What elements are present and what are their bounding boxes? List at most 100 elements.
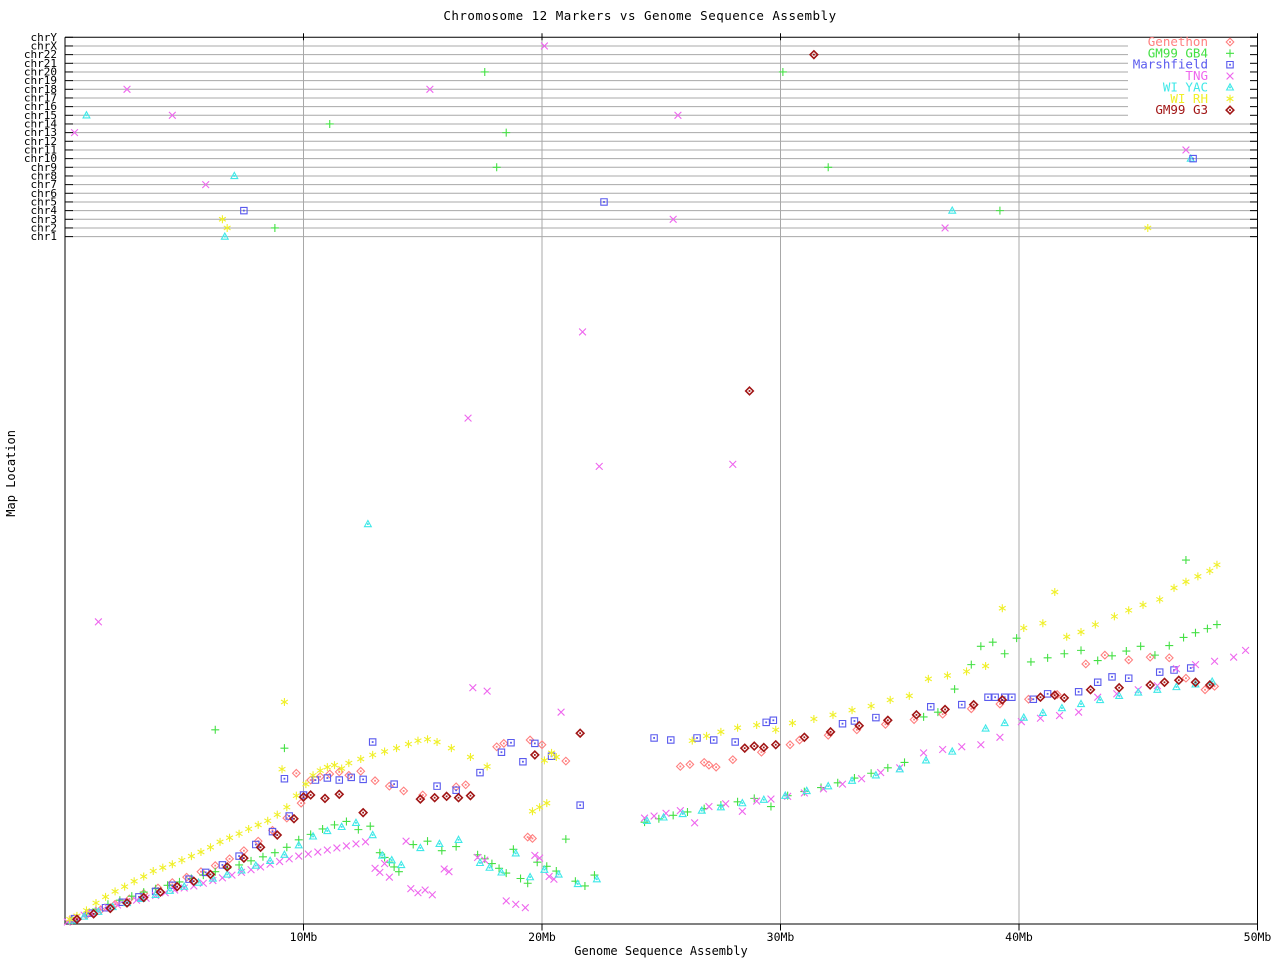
- x-axis-tick-label: 50Mb: [1244, 930, 1272, 944]
- data-point-marker: [873, 714, 879, 720]
- data-point-marker: [434, 783, 440, 789]
- data-point-marker: [1092, 621, 1099, 629]
- data-point-marker: [741, 744, 749, 752]
- data-point-marker: [488, 860, 496, 868]
- data-point-marker: [508, 740, 514, 746]
- data-point-marker: [159, 864, 166, 872]
- data-point-marker: [422, 887, 429, 894]
- data-point-marker: [660, 814, 667, 820]
- data-point-marker: [400, 787, 408, 795]
- data-point-marker: [789, 719, 796, 727]
- data-point-marker: [717, 728, 724, 736]
- data-point-marker: [102, 893, 109, 901]
- data-point-marker: [669, 811, 677, 819]
- data-point-marker: [939, 746, 946, 753]
- data-point-marker: [443, 793, 451, 801]
- data-point-marker: [381, 748, 388, 756]
- data-point-marker: [503, 898, 510, 905]
- data-point-marker: [786, 741, 794, 749]
- data-point-marker: [1165, 642, 1173, 650]
- data-point-marker: [403, 838, 410, 845]
- data-point-marker: [839, 781, 846, 788]
- data-point-marker: [1051, 588, 1058, 596]
- data-point-marker: [668, 737, 674, 743]
- data-point-marker: [1227, 62, 1233, 68]
- data-point-marker: [295, 842, 302, 848]
- data-point-marker: [424, 837, 432, 845]
- data-point-marker: [1125, 606, 1132, 614]
- data-point-marker: [999, 604, 1006, 612]
- data-point-marker: [364, 520, 371, 526]
- data-point-marker: [366, 822, 374, 830]
- data-point-marker: [1056, 712, 1063, 719]
- data-point-marker: [1203, 625, 1211, 633]
- data-point-marker: [703, 732, 710, 740]
- data-point-marker: [958, 743, 965, 750]
- data-point-marker: [131, 877, 138, 885]
- data-point-marker: [830, 711, 837, 719]
- data-point-marker: [395, 868, 403, 876]
- data-point-marker: [851, 718, 857, 724]
- series-genethon: [68, 651, 1218, 923]
- data-point-marker: [1101, 651, 1109, 659]
- data-point-marker: [393, 744, 400, 752]
- data-point-marker: [307, 791, 315, 799]
- data-point-marker: [763, 719, 769, 725]
- data-point-marker: [1126, 675, 1132, 681]
- data-point-marker: [729, 461, 736, 468]
- data-point-marker: [801, 733, 809, 741]
- data-point-marker: [415, 737, 422, 745]
- data-point-marker: [767, 803, 775, 811]
- data-point-marker: [1156, 595, 1163, 603]
- data-point-marker: [407, 885, 414, 892]
- data-point-marker: [992, 694, 998, 700]
- x-axis-tick-label: 10Mb: [290, 930, 318, 944]
- data-point-marker: [858, 775, 865, 782]
- data-point-marker: [452, 843, 460, 851]
- data-point-marker: [772, 726, 779, 734]
- data-point-marker: [1030, 696, 1036, 702]
- data-point-marker: [524, 879, 532, 887]
- data-point-marker: [398, 861, 405, 867]
- data-point-marker: [985, 694, 991, 700]
- data-point-marker: [293, 769, 301, 777]
- data-point-marker: [706, 803, 713, 810]
- data-point-marker: [283, 843, 291, 851]
- data-point-marker: [95, 618, 102, 625]
- data-point-marker: [1087, 686, 1095, 694]
- legend: GenethonGM99 GB4MarshfieldTNGWI YACWI RH…: [1133, 34, 1234, 117]
- data-point-marker: [1137, 642, 1145, 650]
- data-point-marker: [1213, 621, 1221, 629]
- data-point-marker: [455, 836, 462, 842]
- data-point-marker: [810, 715, 817, 723]
- data-point-marker: [1094, 657, 1102, 665]
- data-point-marker: [280, 744, 288, 752]
- data-point-marker: [1001, 650, 1009, 658]
- data-point-marker: [1108, 652, 1116, 660]
- data-point-marker: [1165, 654, 1173, 662]
- data-point-marker: [295, 853, 302, 860]
- data-point-marker: [887, 696, 894, 704]
- data-point-marker: [1082, 660, 1090, 668]
- data-point-marker: [1191, 629, 1199, 637]
- data-point-marker: [502, 129, 510, 137]
- data-point-marker: [558, 709, 565, 716]
- data-point-marker: [1039, 709, 1046, 715]
- data-point-marker: [357, 755, 364, 763]
- data-point-marker: [906, 692, 913, 700]
- data-point-marker: [1161, 678, 1169, 686]
- data-point-marker: [469, 684, 476, 691]
- data-point-marker: [259, 853, 267, 861]
- x-axis-title: Genome Sequence Assembly: [574, 944, 747, 958]
- data-point-marker: [1037, 693, 1045, 701]
- data-point-marker: [345, 759, 352, 767]
- chart-title: Chromosome 12 Markers vs Genome Sequence…: [0, 8, 1280, 23]
- data-point-marker: [1226, 38, 1234, 46]
- data-point-marker: [700, 759, 708, 767]
- data-point-marker: [1122, 647, 1130, 655]
- data-point-marker: [705, 761, 713, 769]
- data-point-marker: [1109, 674, 1115, 680]
- data-point-marker: [207, 843, 214, 851]
- x-axis-tick-label: 30Mb: [767, 930, 795, 944]
- data-point-marker: [1182, 674, 1190, 682]
